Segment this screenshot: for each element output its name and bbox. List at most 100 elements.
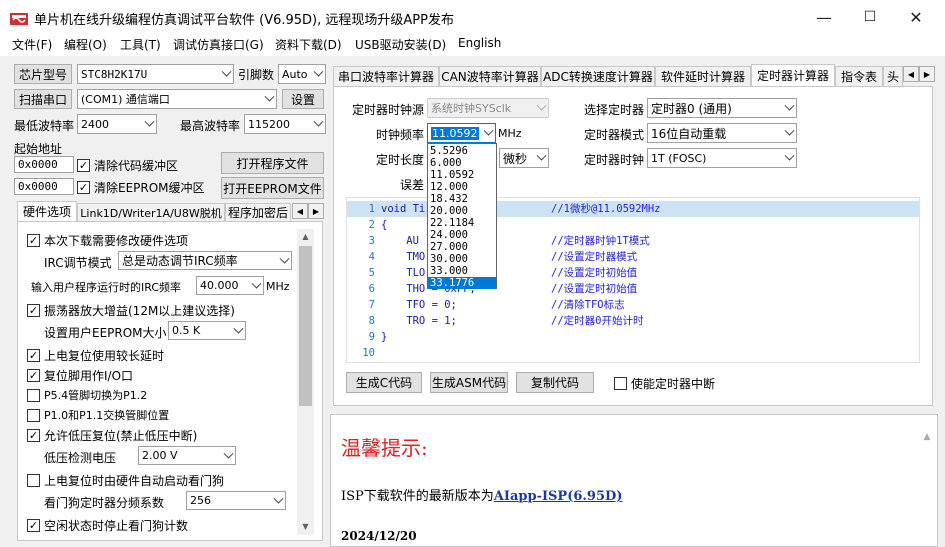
low-voltage-select[interactable]: 2.00 V: [138, 446, 236, 465]
open-eeprom-file-button[interactable]: 打开EEPROM文件: [221, 177, 324, 199]
menu-program[interactable]: 编程(O): [64, 36, 107, 53]
menu-english[interactable]: English: [458, 36, 501, 50]
pin-count-select[interactable]: Auto: [278, 64, 326, 84]
line-number: 9: [368, 331, 375, 343]
tab-scroll-left-icon[interactable]: ◀: [903, 66, 919, 82]
freq-option[interactable]: 24.000: [428, 229, 496, 241]
notice-date: 2024/12/20: [341, 529, 417, 543]
chevron-down-icon: [223, 448, 234, 459]
tab-encryption[interactable]: 程序加密后: [225, 203, 291, 221]
freq-option[interactable]: 11.0592: [428, 169, 496, 181]
tab-scroll-right-icon[interactable]: ▶: [919, 66, 935, 82]
idle-stop-wdt-checkbox[interactable]: ✓ 空闲状态时停止看门狗计数: [27, 517, 188, 534]
freq-option[interactable]: 6.000: [428, 157, 496, 169]
tab-uart-baud-calc[interactable]: 串口波特率计算器: [333, 66, 439, 86]
menu-debug[interactable]: 调试仿真接口(G): [173, 36, 264, 53]
tab-scroll-right-icon[interactable]: ▶: [308, 203, 324, 219]
code-start-address-input[interactable]: 0x0000: [14, 156, 74, 173]
menu-file[interactable]: 文件(F): [12, 36, 52, 53]
min-baud-select[interactable]: 2400: [77, 114, 157, 134]
checkbox-unchecked-icon: [27, 388, 40, 402]
freq-option[interactable]: 27.000: [428, 241, 496, 253]
tab-can-baud-calc[interactable]: CAN波特率计算器: [439, 66, 541, 86]
tab-timer-calc[interactable]: 定时器计算器: [751, 64, 835, 86]
clock-source-select[interactable]: 系统时钟SYSclk: [427, 98, 549, 118]
close-button[interactable]: ✕: [893, 0, 939, 34]
freq-option[interactable]: 5.5296: [428, 145, 496, 157]
eeprom-start-address-input[interactable]: 0x0000: [14, 178, 74, 195]
timer-mode-select[interactable]: 16位自动重载: [647, 123, 797, 143]
modify-options-checkbox[interactable]: ✓ 本次下载需要修改硬件选项: [27, 232, 188, 249]
low-voltage-reset-checkbox[interactable]: ✓ 允许低压复位(禁止低压中断): [27, 427, 197, 444]
generate-asm-code-button[interactable]: 生成ASM代码: [430, 372, 508, 393]
code-text: }: [381, 331, 388, 343]
max-baud-label: 最高波特率: [180, 119, 241, 133]
tab-scroll-left-icon[interactable]: ◀: [292, 203, 308, 219]
timer-length-unit-select[interactable]: 微秒: [499, 148, 549, 168]
clear-eeprom-buffer-checkbox[interactable]: ✓ 清除EEPROM缓冲区: [77, 179, 205, 196]
clear-code-buffer-checkbox[interactable]: ✓ 清除代码缓冲区: [77, 157, 178, 174]
freq-option[interactable]: 20.000: [428, 205, 496, 217]
tab-delay-calc[interactable]: 软件延时计算器: [655, 66, 751, 86]
select-timer-select[interactable]: 定时器0 (通用): [647, 98, 797, 118]
code-comment: //清除TFO标志: [551, 299, 625, 311]
reset-io-checkbox[interactable]: ✓ 复位脚用作I/O口: [27, 367, 133, 384]
wdt-divider-select[interactable]: 256: [186, 491, 286, 510]
menu-download[interactable]: 资料下载(D): [275, 36, 342, 53]
open-program-file-button[interactable]: 打开程序文件: [221, 152, 324, 174]
scroll-up-icon[interactable]: ▲: [918, 432, 936, 442]
freq-option[interactable]: 33.000: [428, 265, 496, 277]
clear-eeprom-buffer-label: 清除EEPROM缓冲区: [94, 181, 205, 195]
tab-offline-programmer[interactable]: Link1D/Writer1A/U8W脱机: [77, 203, 225, 221]
osc-gain-checkbox[interactable]: ✓ 振荡器放大增益(12M以上建议选择): [27, 302, 235, 319]
code-text: TFO = 0;: [381, 299, 457, 311]
minimize-button[interactable]: —: [801, 0, 847, 34]
freq-option[interactable]: 12.000: [428, 181, 496, 193]
copy-code-button[interactable]: 复制代码: [516, 372, 594, 393]
checkbox-checked-icon: ✓: [27, 349, 40, 362]
chip-model-select[interactable]: STC8H2K17U: [77, 64, 234, 84]
chevron-down-icon: [784, 125, 795, 136]
freq-option[interactable]: 18.432: [428, 193, 496, 205]
menu-usb-driver[interactable]: USB驱动安装(D): [355, 36, 446, 53]
maximize-button[interactable]: ☐: [847, 0, 893, 34]
scrollbar-thumb[interactable]: [299, 246, 312, 406]
max-baud-select[interactable]: 115200: [244, 114, 326, 134]
auto-watchdog-checkbox[interactable]: 上电复位时由硬件自动启动看门狗: [27, 472, 224, 489]
p10-p11-swap-checkbox[interactable]: P1.0和P1.1交换管脚位置: [27, 407, 169, 423]
irc-mode-select[interactable]: 总是动态调节IRC频率: [118, 251, 292, 270]
long-delay-checkbox[interactable]: ✓ 上电复位使用较长延时: [27, 347, 164, 364]
freq-option[interactable]: 30.000: [428, 253, 496, 265]
freq-option[interactable]: 22.1184: [428, 217, 496, 229]
scroll-down-icon[interactable]: ▼: [297, 519, 314, 535]
chevron-down-icon: [233, 323, 244, 334]
irc-freq-value: 40.000: [200, 279, 239, 292]
wdt-divider-label: 看门狗定时器分频系数: [44, 496, 165, 510]
scan-port-button[interactable]: 扫描串口: [14, 89, 72, 109]
timer-clock-label: 定时器时钟: [584, 153, 645, 167]
eeprom-size-select[interactable]: 0.5 K: [168, 321, 246, 340]
code-comment: //定时器时钟1T模式: [551, 235, 650, 247]
enable-timer-interrupt-checkbox[interactable]: 使能定时器中断: [614, 375, 715, 392]
latest-version-link[interactable]: AIapp-ISP(6.95D): [494, 489, 623, 504]
tab-hardware-options[interactable]: 硬件选项: [17, 201, 77, 221]
chevron-down-icon: [279, 253, 290, 264]
tab-adc-speed-calc[interactable]: ADC转换速度计算器: [541, 66, 655, 86]
p10-p11-swap-label: P1.0和P1.1交换管脚位置: [44, 409, 170, 422]
clock-freq-select[interactable]: 11.0592: [427, 123, 496, 143]
chip-model-button[interactable]: 芯片型号: [14, 64, 72, 84]
tab-instruction-table[interactable]: 指令表: [835, 66, 883, 86]
freq-option[interactable]: 33.1776: [428, 277, 496, 289]
tab-header[interactable]: 头: [883, 66, 903, 86]
code-line: 10: [347, 345, 919, 361]
clock-freq-dropdown-list[interactable]: 5.5296 6.000 11.0592 12.000 18.432 20.000 22.1…: [427, 143, 497, 289]
irc-freq-select[interactable]: 40.000: [196, 276, 264, 295]
port-settings-button[interactable]: 设置: [282, 89, 324, 109]
port-select[interactable]: (COM1) 通信端口: [77, 89, 277, 109]
chevron-down-icon: [483, 125, 494, 136]
generate-c-code-button[interactable]: 生成C代码: [346, 372, 422, 393]
menu-tools[interactable]: 工具(T): [120, 36, 161, 53]
p54-switch-checkbox[interactable]: P5.4管脚切换为P1.2: [27, 387, 147, 403]
scroll-up-icon[interactable]: ▲: [297, 229, 314, 245]
timer-clock-select[interactable]: 1T (FOSC): [647, 148, 797, 168]
